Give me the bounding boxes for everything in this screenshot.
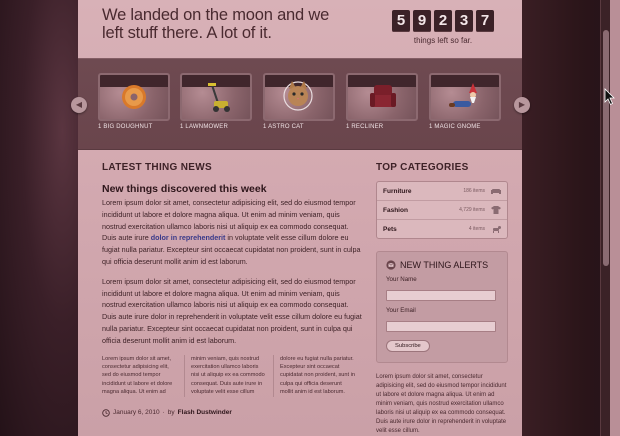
article-columns: Lorem ipsum dolor sit amet, consectetur … [102,354,362,397]
article-date: January 6, 2010 [113,409,160,417]
article-meta: January 6, 2010 · by Flash Dustwinder [102,408,362,417]
category-list: Furniture 186 items Fashion 4,729 items … [376,181,508,239]
article-paragraph: Lorem ipsum dolor sit amet, consectetur … [102,197,362,268]
page: We landed on the moon and we left stuff … [78,0,522,436]
mail-icon [386,260,396,270]
byline-prefix: by [167,409,175,417]
carousel-item-recliner[interactable]: 1 RECLINER [346,73,418,130]
counter-digit: 9 [413,10,431,32]
carousel-item-label: 1 MAGIC GNOME [429,124,481,130]
sidebar-note: Lorem ipsum dolor sit amet, consectetur … [376,374,507,434]
carousel-thumb [98,73,170,121]
news-section: LATEST THING NEWS New things discovered … [102,162,362,417]
counter-label: things left so far. [413,36,473,45]
category-item-fashion[interactable]: Fashion 4,729 items [377,201,507,220]
window-frame-edge [610,0,620,436]
subscribe-button[interactable]: Subscribe [386,340,430,352]
category-count: 4,729 items [459,207,485,213]
things-counter: 5 9 2 3 7 things left so far. [392,10,494,45]
name-label: Your Name [386,276,417,283]
carousel-item-label: 1 ASTRO CAT [263,124,304,130]
email-field[interactable] [386,320,496,332]
article-paragraph: Lorem ipsum dolor sit amet, consectetur … [102,276,362,345]
carousel-item-label: 1 BIG DOUGHNUT [98,124,153,130]
featured-carousel: 1 BIG DOUGHNUT 1 LAWNMOWER 1 ASTRO CAT 1… [78,58,522,150]
chevron-right-icon: ▶ [518,100,526,109]
shirt-icon [491,206,501,214]
carousel-thumb [429,73,501,121]
category-item-furniture[interactable]: Furniture 186 items [377,182,507,201]
doughnut-icon [122,85,146,109]
carousel-item-lawnmower[interactable]: 1 LAWNMOWER [180,73,252,130]
recliner-icon [370,85,396,107]
carousel-thumb [346,73,418,121]
sidebar: TOP CATEGORIES Furniture 186 items Fashi… [376,162,508,436]
carousel-prev-button[interactable]: ◀ [71,97,87,113]
meta-separator: · [162,409,165,417]
mouse-cursor-icon [604,88,615,106]
alerts-title-row: NEW THING ALERTS [386,260,498,270]
counter-digit: 7 [476,10,494,32]
article-title[interactable]: New things discovered this week [102,183,362,195]
category-name: Pets [383,225,397,233]
carousel-item-label: 1 LAWNMOWER [180,124,228,130]
pet-icon [493,226,501,233]
news-section-title: LATEST THING NEWS [102,162,212,173]
article-column: minim veniam, quis nostrud exercitation … [191,354,274,397]
category-count: 186 items [463,188,485,194]
name-field[interactable] [386,289,496,301]
clock-icon [102,408,110,417]
email-label: Your Email [386,307,416,314]
cat-icon [283,81,313,111]
article-column: Lorem ipsum dolor sit amet, consectetur … [102,354,185,397]
article-author[interactable]: Flash Dustwinder [178,409,232,416]
counter-digit: 2 [434,10,452,32]
carousel-item-doughnut[interactable]: 1 BIG DOUGHNUT [98,73,170,130]
tagline: We landed on the moon and we left stuff … [102,6,330,42]
lawnmower-icon [208,83,230,112]
category-name: Fashion [383,206,408,214]
categories-title: TOP CATEGORIES [376,162,469,173]
category-item-pets[interactable]: Pets 4 items [377,220,507,238]
category-name: Furniture [383,187,412,195]
scrollbar-thumb[interactable] [603,30,609,266]
article-link[interactable]: dolor in reprehenderit [151,233,226,242]
alerts-title: NEW THING ALERTS [400,260,489,270]
counter-digit: 3 [455,10,473,32]
counter-digit: 5 [392,10,410,32]
background-left [0,0,78,436]
carousel-item-label: 1 RECLINER [346,124,384,130]
gnome-icon [449,83,477,107]
category-count: 4 items [468,226,485,232]
carousel-thumb [263,73,335,121]
carousel-item-astro-cat[interactable]: 1 ASTRO CAT [263,73,335,130]
alerts-form: NEW THING ALERTS Your Name Your Email Su… [376,251,508,363]
sofa-icon [491,189,501,194]
article-column: dolore eu fugiat nulla pariatur. Excepte… [280,355,355,396]
carousel-item-gnome[interactable]: 1 MAGIC GNOME [429,73,501,130]
carousel-thumb [180,73,252,121]
chevron-left-icon: ◀ [75,100,83,109]
carousel-next-button[interactable]: ▶ [514,97,530,113]
